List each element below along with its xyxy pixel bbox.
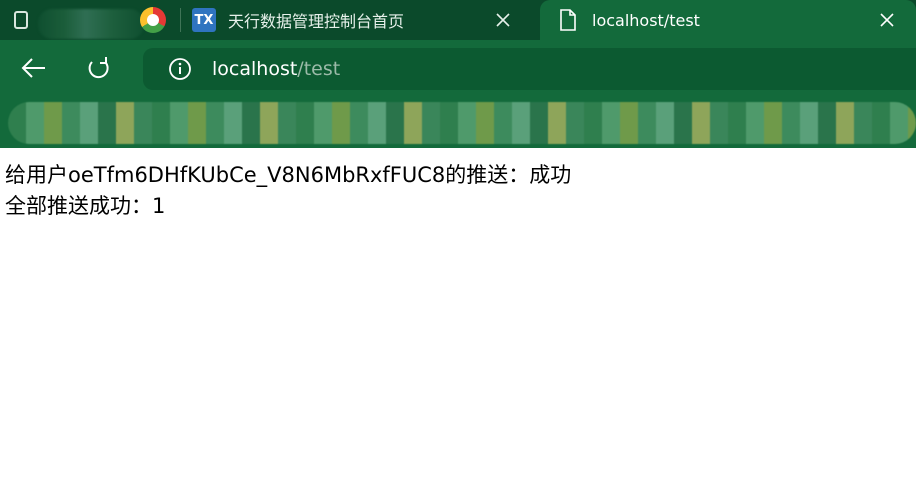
site-info-icon[interactable] [168,57,192,81]
url-host: localhost [212,58,298,80]
url-text: localhost/test [212,58,340,80]
tab-localhost-test[interactable]: localhost/test [540,0,916,40]
address-bar[interactable]: localhost/test [143,48,916,90]
page-content: 给用户oeTfm6DHfKUbCe_V8N6MbRxfFUC8的推送：成功 全部… [5,160,571,222]
blurred-pinned-tabs [38,9,144,39]
close-icon[interactable] [878,11,896,29]
reload-icon[interactable] [83,52,115,84]
url-path: /test [297,58,341,80]
bookmarks-bar [0,96,916,148]
blurred-bookmarks [8,102,916,144]
tab-title: localhost/test [592,10,700,30]
push-summary-line: 全部推送成功：1 [5,194,166,218]
tab-strip: TX 天行数据管理控制台首页 localhost/test [0,0,916,40]
tab-separator [180,8,181,32]
browser-logo-icon[interactable] [140,7,166,33]
tab-tianapi-console[interactable]: TX 天行数据管理控制台首页 [192,0,532,40]
push-result-line: 给用户oeTfm6DHfKUbCe_V8N6MbRxfFUC8的推送：成功 [5,163,572,187]
tab-actions-icon[interactable] [14,11,28,29]
pinned-tab-group[interactable] [8,5,178,39]
back-arrow-icon[interactable] [18,52,50,84]
tianapi-logo-icon: TX [192,8,216,32]
navigation-toolbar: localhost/test [0,40,916,96]
document-icon [556,8,580,32]
tab-title: 天行数据管理控制台首页 [228,12,405,31]
close-icon[interactable] [494,11,512,29]
